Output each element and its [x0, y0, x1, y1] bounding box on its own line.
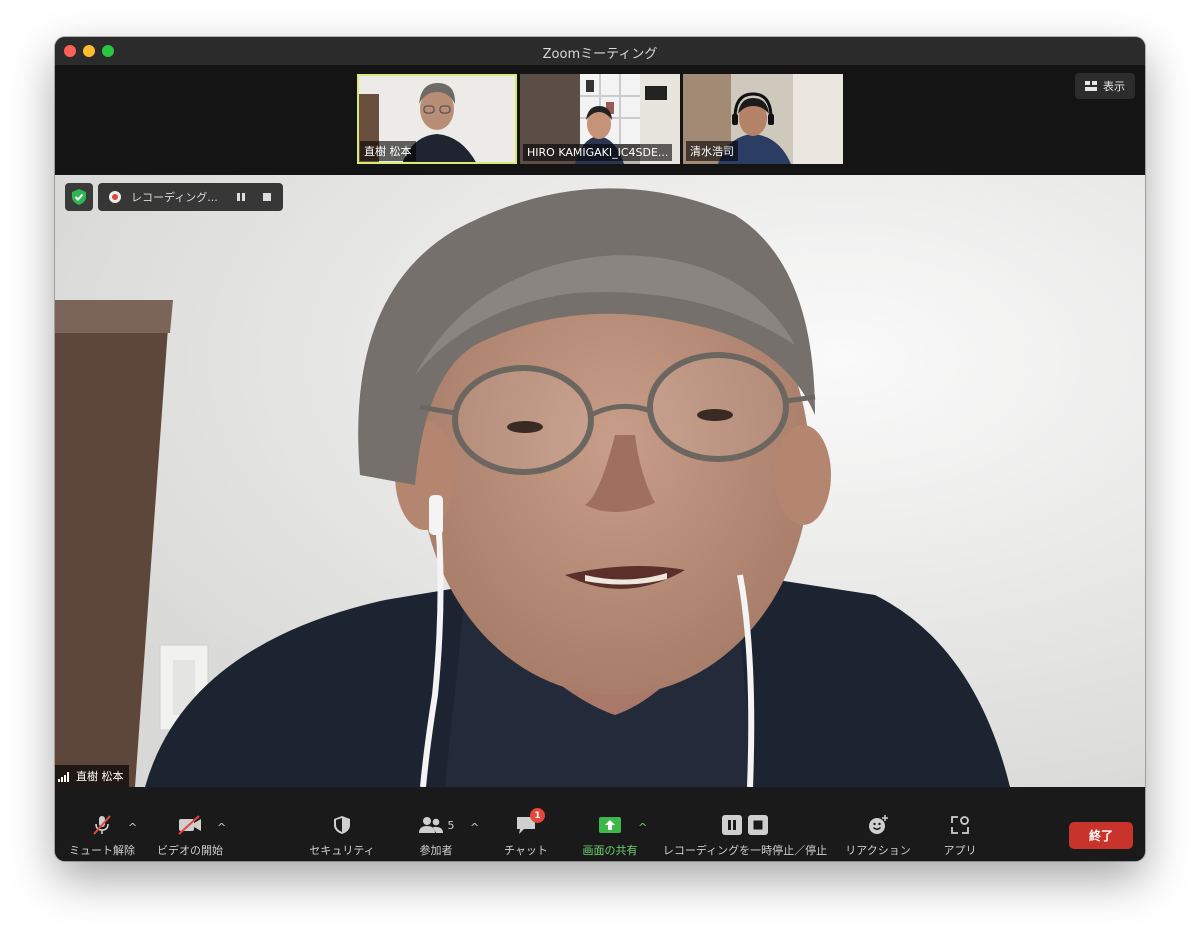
- reaction-smiley-icon: [869, 815, 888, 834]
- share-screen-icon: [599, 817, 621, 833]
- unmute-label: ミュート解除: [69, 844, 135, 857]
- stop-recording-icon: [748, 815, 768, 835]
- shield-check-icon: [72, 189, 86, 205]
- grid-view-icon: [1085, 81, 1097, 91]
- share-screen-button[interactable]: 画面の共有: [573, 787, 647, 861]
- participant-name: 清水浩司: [686, 141, 738, 161]
- apps-label: アプリ: [943, 844, 977, 857]
- participant-tile[interactable]: 直樹 松本: [357, 74, 517, 164]
- zoom-window: Zoomミーティング 直樹 松本 HIRO KAMIGAKI_IC4SDE...…: [55, 37, 1145, 861]
- pause-recording-icon: [722, 815, 742, 835]
- apps-icon: [951, 816, 969, 834]
- security-button[interactable]: セキュリティ: [307, 787, 377, 861]
- audio-options-caret[interactable]: ^: [128, 821, 137, 834]
- start-video-button[interactable]: ビデオの開始: [155, 787, 225, 861]
- share-options-caret[interactable]: ^: [638, 821, 647, 834]
- reactions-button[interactable]: リアクション: [843, 787, 913, 861]
- speaker-name: 直樹 松本: [76, 770, 124, 783]
- participant-tile[interactable]: HIRO KAMIGAKI_IC4SDE...: [520, 74, 680, 164]
- microphone-muted-icon: [93, 815, 111, 835]
- window-title: Zoomミーティング: [542, 47, 658, 62]
- reactions-label: リアクション: [845, 844, 911, 857]
- participant-tile[interactable]: 清水浩司: [683, 74, 843, 164]
- participants-label: 参加者: [419, 844, 453, 857]
- chat-button[interactable]: 1 チャット: [491, 787, 561, 861]
- participant-gallery: 直樹 松本 HIRO KAMIGAKI_IC4SDE... 清水浩司 表示: [55, 65, 1145, 175]
- security-shield-badge[interactable]: [65, 183, 93, 211]
- video-options-caret[interactable]: ^: [217, 821, 226, 834]
- recording-control-button[interactable]: レコーディングを一時停止／停止: [662, 787, 828, 861]
- security-shield-icon: [334, 816, 350, 834]
- start-video-label: ビデオの開始: [157, 844, 223, 857]
- stop-icon[interactable]: [262, 192, 272, 202]
- recording-label: レコーディング...: [131, 191, 218, 204]
- speaker-video-frame: [55, 175, 1145, 787]
- title-bar: Zoomミーティング: [55, 37, 1145, 66]
- participants-options-caret[interactable]: ^: [470, 821, 479, 834]
- chat-label: チャット: [504, 844, 548, 857]
- apps-button[interactable]: アプリ: [925, 787, 995, 861]
- recording-control-label: レコーディングを一時停止／停止: [662, 844, 828, 857]
- unmute-button[interactable]: ミュート解除: [67, 787, 137, 861]
- speaker-name-label: 直樹 松本: [55, 765, 129, 787]
- record-dot-icon: [109, 191, 121, 203]
- end-meeting-button[interactable]: 終了: [1069, 822, 1133, 849]
- share-screen-label: 画面の共有: [582, 844, 638, 857]
- view-button[interactable]: 表示: [1075, 73, 1135, 99]
- chat-unread-badge: 1: [530, 808, 545, 823]
- participant-name: 直樹 松本: [360, 141, 416, 161]
- security-label: セキュリティ: [309, 844, 375, 857]
- meeting-toolbar: ミュート解除 ^ ビデオの開始 ^ セキュリティ 5 参加者 ^ 1 チャット …: [55, 787, 1145, 861]
- view-button-label: 表示: [1103, 80, 1125, 93]
- signal-strength-icon: [58, 771, 69, 782]
- participants-count: 5: [447, 818, 455, 832]
- recording-indicator: レコーディング...: [98, 183, 283, 211]
- video-camera-off-icon: [178, 815, 201, 835]
- pause-icon[interactable]: [236, 192, 246, 202]
- active-speaker-video: レコーディング... 直樹 松本: [55, 175, 1145, 787]
- participants-button[interactable]: 5 参加者: [401, 787, 471, 861]
- participants-icon: [418, 817, 443, 833]
- participant-name: HIRO KAMIGAKI_IC4SDE...: [523, 144, 673, 161]
